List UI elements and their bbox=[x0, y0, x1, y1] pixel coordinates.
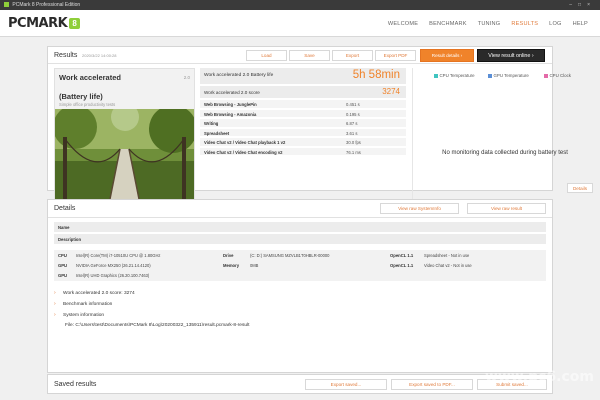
hardware-grid: CPU Intel(R) Core(TM) i7-10510U CPU @ 1.… bbox=[54, 250, 546, 282]
details-title: Details bbox=[54, 205, 76, 212]
accordion-score[interactable]: › Work accelerated 2.0 score: 3274 bbox=[54, 290, 135, 296]
legend-swatch bbox=[544, 74, 548, 78]
results-title: Results bbox=[54, 52, 78, 59]
accordion-system-info[interactable]: › System information bbox=[54, 312, 104, 318]
window-titlebar: PCMark 8 Professional Edition –□× bbox=[0, 0, 600, 10]
site-watermark: www.pc6.com bbox=[484, 369, 594, 385]
battery-life-row: Work accelerated 2.0 Battery life 5h 58m… bbox=[200, 68, 406, 84]
no-data-message: No monitoring data collected during batt… bbox=[442, 150, 568, 156]
test-name-suffix: (Battery life) bbox=[59, 92, 103, 101]
gpu2-value: Intel(R) UHD Graphics (26.20.100.7463) bbox=[76, 273, 150, 278]
test-thumbnail: Work accelerated (Battery life) Simple o… bbox=[54, 68, 195, 199]
nav-tuning[interactable]: TUNING bbox=[478, 21, 501, 27]
view-raw-systeminfo-button[interactable]: View raw SystemInfo bbox=[380, 203, 459, 214]
details-header: Details View raw SystemInfo View raw res… bbox=[48, 200, 552, 218]
legend-cpu-temperature: CPU Temperature bbox=[434, 73, 475, 78]
monitoring-area: CPU Temperature GPU Temperature CPU Cloc… bbox=[412, 68, 596, 199]
gpu1-value: NVIDIA GeForce MX250 (26.21.14.4120) bbox=[76, 263, 151, 268]
expand-icon: › bbox=[54, 290, 56, 296]
nav-results[interactable]: RESULTS bbox=[511, 21, 538, 27]
score-value: 3274 bbox=[382, 87, 400, 96]
expand-icon: › bbox=[54, 301, 56, 307]
window-controls[interactable]: –□× bbox=[569, 0, 596, 10]
opencl1-value: Spreadsheet - Not in use bbox=[424, 253, 470, 258]
top-navbar: PCMARK 8 WELCOME BENCHMARK TUNING RESULT… bbox=[0, 10, 600, 37]
export-saved-button[interactable]: Export saved... bbox=[305, 379, 387, 390]
nav-help[interactable]: HELP bbox=[573, 21, 588, 27]
subtest-row: Writing 6.87 s bbox=[200, 119, 406, 128]
legend-swatch bbox=[434, 74, 438, 78]
subtest-row: Spreadsheet 3.61 s bbox=[200, 128, 406, 137]
main-area: Results 2020/3/22 14:00:28 Load Save Exp… bbox=[0, 37, 600, 400]
chevron-right-icon: › bbox=[531, 53, 534, 59]
accordion-benchmark-info[interactable]: › Benchmark information bbox=[54, 301, 112, 307]
details-panel: Details View raw SystemInfo View raw res… bbox=[47, 199, 553, 373]
nav-benchmark[interactable]: BENCHMARK bbox=[429, 21, 467, 27]
view-raw-result-button[interactable]: View raw result bbox=[467, 203, 546, 214]
memory-value: 0MB bbox=[250, 263, 259, 268]
details-button[interactable]: Details bbox=[567, 183, 593, 193]
subtest-row: Web Browsing - Amazonia 0.195 s bbox=[200, 109, 406, 118]
drive-value: (C: D:) SAMSUNG MZVLB1T0HBLR-00000 bbox=[250, 253, 330, 258]
pcmark-logo: PCMARK 8 bbox=[8, 16, 81, 31]
results-panel: Results 2020/3/22 14:00:28 Load Save Exp… bbox=[47, 46, 593, 199]
legend-cpu-clock: CPU Clock bbox=[544, 73, 571, 78]
cpu-value: Intel(R) Core(TM) i7-10510U CPU @ 1.80GH… bbox=[76, 253, 161, 258]
logo-badge: 8 bbox=[69, 18, 81, 29]
results-header: Results 2020/3/22 14:00:28 Load Save Exp… bbox=[48, 47, 552, 64]
export-pdf-button[interactable]: Export PDF bbox=[375, 50, 416, 61]
test-subtitle: Simple office productivity tests bbox=[59, 102, 116, 107]
subtest-row: Video Chat v2 / Video Chat encoding v2 76… bbox=[200, 147, 406, 156]
view-result-online-button[interactable]: View result online › bbox=[477, 49, 545, 62]
saved-results-panel: Saved results Export saved... Export sav… bbox=[47, 374, 553, 394]
results-timestamp: 2020/3/22 14:00:28 bbox=[82, 53, 117, 58]
score-row: Work accelerated 2.0 score 3274 bbox=[200, 86, 406, 98]
subtest-row: Web Browsing - JunglePin 0.451 s bbox=[200, 100, 406, 109]
legend-swatch bbox=[488, 74, 492, 78]
expand-icon: › bbox=[54, 312, 56, 318]
main-nav: WELCOME BENCHMARK TUNING RESULTS LOG HEL… bbox=[377, 10, 588, 37]
result-details-button[interactable]: Result details › bbox=[420, 49, 474, 62]
battery-life-value: 5h 58min bbox=[352, 69, 400, 81]
subtest-row: Video Chat v2 / Video Chat playback 1 v2… bbox=[200, 138, 406, 147]
test-name: Work accelerated bbox=[59, 73, 121, 82]
chevron-right-icon: › bbox=[460, 53, 463, 58]
save-button[interactable]: Save bbox=[289, 50, 330, 61]
opencl2-value: Video Chat v2 - Not in use bbox=[424, 263, 472, 268]
legend-gpu-temperature: GPU Temperature bbox=[488, 73, 529, 78]
export-saved-pdf-button[interactable]: Export saved to PDF... bbox=[391, 379, 473, 390]
app-icon bbox=[4, 2, 9, 7]
nav-log[interactable]: LOG bbox=[549, 21, 561, 27]
test-version: 2.0 bbox=[183, 75, 190, 80]
nav-welcome[interactable]: WELCOME bbox=[388, 21, 418, 27]
name-row: Name bbox=[54, 222, 546, 233]
window-title: PCMark 8 Professional Edition bbox=[12, 2, 81, 8]
export-button[interactable]: Export bbox=[332, 50, 373, 61]
rope-bridge-image bbox=[55, 109, 194, 199]
result-file-path: File: C:\Users\test\Documents\PCMark 8\L… bbox=[65, 323, 250, 328]
saved-results-title: Saved results bbox=[54, 381, 97, 388]
description-row: Description bbox=[54, 234, 546, 245]
load-button[interactable]: Load bbox=[246, 50, 287, 61]
